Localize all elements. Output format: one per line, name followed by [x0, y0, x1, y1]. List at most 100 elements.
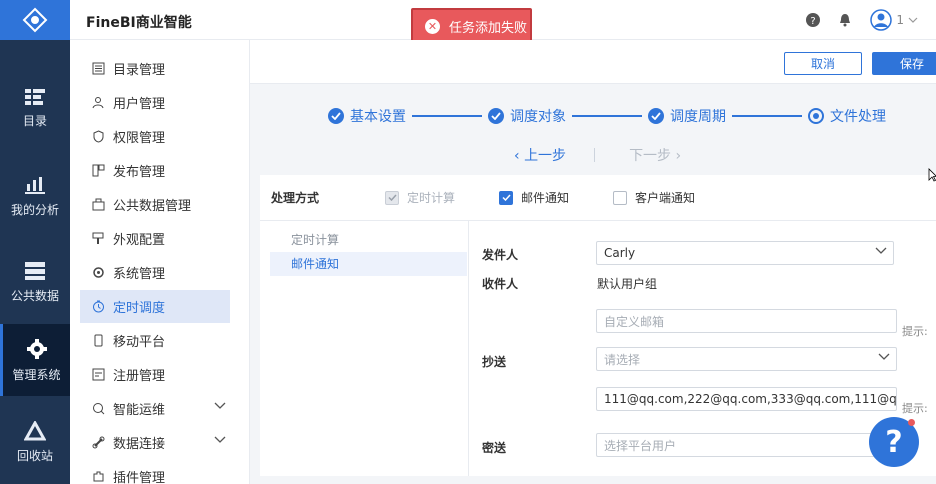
step-label: 基本设置 — [350, 109, 406, 125]
processing-list: 定时计算 邮件通知 — [260, 221, 469, 476]
chevron-down-icon — [875, 247, 887, 254]
menu-label: 智能运维 — [113, 403, 166, 418]
menu-item-timer-schedule[interactable]: 定时调度 — [80, 290, 230, 323]
cc-select[interactable]: 请选择 — [596, 347, 897, 371]
recipient-value: 默认用户组 — [597, 277, 658, 291]
rail-item-public-data[interactable]: 公共数据 — [0, 246, 70, 318]
step-navigation: ‹ 上一步 下一步 › — [514, 145, 681, 165]
user-menu[interactable]: 1 — [870, 9, 918, 31]
bell-icon[interactable] — [838, 13, 852, 27]
link-icon — [92, 436, 105, 449]
menu-item-smart-ops[interactable]: 智能运维 — [80, 392, 230, 425]
menu-label: 目录管理 — [113, 63, 166, 78]
gear-icon — [26, 338, 47, 359]
catalog-icon — [25, 88, 45, 105]
recipient-label: 收件人 — [482, 277, 519, 291]
menu-label: 移动平台 — [113, 335, 166, 350]
step-basic-settings[interactable]: 基本设置 — [328, 106, 406, 126]
mobile-icon — [94, 334, 103, 347]
prev-step-label: 上一步 — [524, 148, 567, 164]
sender-value: Carly — [604, 246, 636, 260]
step-file-processing[interactable]: 文件处理 — [808, 106, 886, 126]
menu-item-appearance[interactable]: 外观配置 — [80, 222, 230, 255]
step-schedule-object[interactable]: 调度对象 — [488, 106, 566, 126]
check-icon — [488, 108, 504, 124]
sender-label: 发件人 — [482, 248, 519, 262]
catalog-manage-icon — [92, 62, 105, 75]
chevron-left-icon: ‹ — [514, 148, 525, 164]
step-schedule-period[interactable]: 调度周期 — [648, 106, 726, 126]
rail-item-analysis[interactable]: 我的分析 — [0, 160, 70, 232]
menu-item-public-data-manage[interactable]: 公共数据管理 — [80, 188, 230, 221]
menu-label: 外观配置 — [113, 233, 166, 248]
check-icon — [648, 108, 664, 124]
chevron-down-icon — [878, 353, 890, 360]
menu-item-plugin[interactable]: 插件管理 — [80, 460, 230, 484]
sender-select[interactable]: Carly — [596, 241, 894, 265]
step-label: 文件处理 — [830, 109, 886, 125]
cancel-button[interactable]: 取消 — [784, 52, 862, 75]
brand-title: FineBI商业智能 — [86, 15, 192, 31]
system-gear-icon — [93, 267, 104, 278]
menu-item-data-link[interactable]: 数据连接 — [80, 426, 230, 459]
error-toast: ✕ 任务添加失败 — [411, 8, 532, 44]
custom-email-input[interactable]: 自定义邮箱 — [596, 309, 897, 333]
rail-label: 回收站 — [16, 448, 53, 463]
menu-label: 权限管理 — [113, 131, 166, 146]
rail-label: 我的分析 — [10, 202, 59, 217]
rail-label: 目录 — [22, 113, 47, 128]
rail-label: 管理系统 — [12, 367, 61, 382]
toast-text: 任务添加失败 — [449, 20, 528, 36]
mouse-cursor-icon — [928, 168, 936, 182]
recycle-icon — [24, 420, 46, 440]
check-icon — [385, 190, 399, 205]
menu-label: 发布管理 — [113, 165, 166, 180]
step-label: 调度对象 — [510, 109, 566, 125]
divider — [594, 148, 596, 162]
menu-item-catalog-manage[interactable]: 目录管理 — [80, 52, 230, 85]
help-circle-icon[interactable]: ? — [806, 13, 821, 27]
prev-step-button[interactable]: ‹ 上一步 — [514, 145, 566, 165]
ops-icon — [93, 403, 105, 415]
menu-label: 定时调度 — [113, 301, 166, 316]
menu-label: 系统管理 — [113, 267, 166, 282]
publish-icon — [92, 164, 105, 177]
checkbox-client-notify[interactable]: 客户端通知 — [613, 189, 695, 206]
menu-item-permission[interactable]: 权限管理 — [80, 120, 230, 153]
menu-label: 数据连接 — [113, 437, 166, 452]
checkbox-email-notify[interactable]: 邮件通知 — [499, 189, 569, 206]
processing-mode-row: 处理方式 定时计算 邮件通知 客户端通知 — [260, 175, 936, 221]
notification-dot — [908, 419, 915, 426]
left-rail: 目录 我的分析 公共数据 管理系统 回收站 — [0, 0, 70, 484]
bcc-input[interactable]: 选择平台用户 — [596, 433, 876, 457]
register-icon — [92, 368, 105, 381]
chevron-down-icon — [214, 402, 226, 409]
list-item-email-notify[interactable]: 邮件通知 — [270, 252, 467, 276]
menu-item-publish[interactable]: 发布管理 — [80, 154, 230, 187]
plugin-icon — [93, 471, 104, 482]
menu-item-system-manage[interactable]: 系统管理 — [80, 256, 230, 289]
menu-item-mobile[interactable]: 移动平台 — [80, 324, 230, 357]
step-connector — [572, 115, 642, 117]
user-manage-icon — [92, 97, 104, 109]
next-step-label: 下一步 — [629, 148, 672, 164]
rail-label: 公共数据 — [10, 288, 59, 303]
checkbox-box — [613, 190, 628, 205]
menu-item-register[interactable]: 注册管理 — [80, 358, 230, 391]
app-logo-icon[interactable] — [0, 0, 70, 40]
bcc-label: 密送 — [482, 441, 507, 455]
next-step-button[interactable]: 下一步 › — [629, 145, 681, 165]
rail-item-manage-system[interactable]: 管理系统 — [0, 324, 70, 396]
rail-item-recycle[interactable]: 回收站 — [0, 406, 70, 478]
check-icon — [499, 190, 514, 205]
rail-item-catalog[interactable]: 目录 — [0, 72, 70, 144]
svg-text:?: ? — [811, 16, 816, 27]
public-data-icon — [25, 261, 45, 280]
list-item-timed-calc[interactable]: 定时计算 — [270, 228, 467, 252]
checkbox-label: 邮件通知 — [521, 191, 570, 205]
step-connector — [732, 115, 802, 117]
public-data-manage-icon — [92, 198, 105, 211]
cc-email-input[interactable]: 111@qq.com,222@qq.com,333@qq.com,111@q..… — [596, 387, 897, 411]
menu-item-user-manage[interactable]: 用户管理 — [80, 86, 230, 119]
save-button[interactable]: 保存 — [872, 52, 936, 75]
